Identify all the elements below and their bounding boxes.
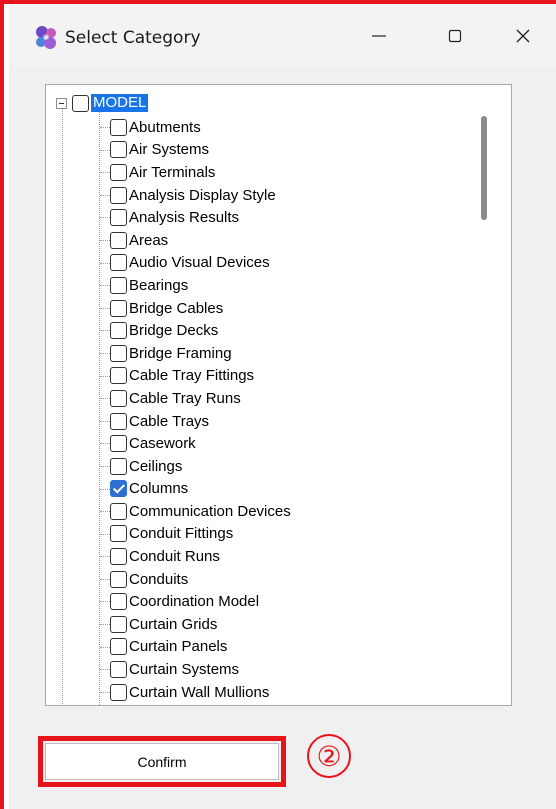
root-checkbox[interactable] bbox=[72, 94, 89, 112]
checked-checkbox[interactable] bbox=[110, 480, 127, 498]
tree-item-label[interactable]: Curtain Systems bbox=[129, 661, 239, 678]
tree-item[interactable]: Analysis Results bbox=[46, 206, 501, 229]
scrollbar-thumb[interactable] bbox=[481, 116, 487, 220]
tree-item[interactable]: Coordination Model bbox=[46, 590, 501, 613]
tree-item[interactable]: Cable Tray Runs bbox=[46, 387, 501, 410]
checkbox[interactable] bbox=[110, 615, 127, 633]
tree-item[interactable]: Curtain Panels bbox=[46, 636, 501, 659]
tree-item[interactable]: Analysis Display Style bbox=[46, 184, 501, 207]
checkbox[interactable] bbox=[110, 502, 127, 520]
tree-item-label[interactable]: Cable Trays bbox=[129, 413, 209, 430]
tree-item-label[interactable]: Analysis Display Style bbox=[129, 187, 276, 204]
tree-item-label[interactable]: Conduit Runs bbox=[129, 548, 220, 565]
category-tree[interactable]: MODEL Abutments Air Systems Air Terminals A… bbox=[45, 84, 512, 706]
tree-item[interactable]: Bridge Framing bbox=[46, 342, 501, 365]
minimize-button[interactable] bbox=[357, 16, 401, 56]
checkbox[interactable] bbox=[110, 593, 127, 611]
tree-item-label[interactable]: Communication Devices bbox=[129, 503, 291, 520]
tree-item-label[interactable]: Curtain Panels bbox=[129, 638, 227, 655]
step-marker-badge: ② bbox=[307, 734, 351, 778]
checkbox[interactable] bbox=[110, 457, 127, 475]
tree-item-label[interactable]: Bridge Decks bbox=[129, 322, 218, 339]
tree-root-node[interactable]: MODEL bbox=[56, 93, 149, 113]
checkbox[interactable] bbox=[110, 638, 127, 656]
window-title: Select Category bbox=[65, 28, 201, 48]
tree-item[interactable]: Bearings bbox=[46, 274, 501, 297]
tree-item[interactable]: Curtain Wall Mullions bbox=[46, 681, 501, 704]
tree-item[interactable]: Conduit Fittings bbox=[46, 523, 501, 546]
checkbox[interactable] bbox=[110, 435, 127, 453]
tree-item-label[interactable]: Ceilings bbox=[129, 458, 182, 475]
tree-item-label[interactable]: Areas bbox=[129, 232, 168, 249]
tree-item[interactable]: Communication Devices bbox=[46, 500, 501, 523]
tree-item[interactable]: Air Systems bbox=[46, 139, 501, 162]
confirm-button[interactable]: Confirm bbox=[45, 743, 279, 780]
tree-item-label[interactable]: Bridge Framing bbox=[129, 345, 232, 362]
tree-item-label[interactable]: Curtain Grids bbox=[129, 616, 217, 633]
checkbox[interactable] bbox=[110, 367, 127, 385]
vertical-scrollbar[interactable] bbox=[501, 85, 511, 705]
tree-item-label[interactable]: Cable Tray Fittings bbox=[129, 367, 254, 384]
tree-item-label[interactable]: Bearings bbox=[129, 277, 188, 294]
tree-item[interactable]: Conduits bbox=[46, 568, 501, 591]
tree-item[interactable]: Columns bbox=[46, 478, 501, 501]
tree-item-label[interactable]: Curtain Wall Mullions bbox=[129, 684, 269, 701]
tree-item[interactable]: Ceilings bbox=[46, 455, 501, 478]
title-bar: Select Category bbox=[9, 4, 556, 66]
tree-item-label[interactable]: Abutments bbox=[129, 119, 201, 136]
checkbox[interactable] bbox=[110, 118, 127, 136]
checkbox[interactable] bbox=[110, 141, 127, 159]
collapse-toggle-icon[interactable] bbox=[56, 97, 67, 109]
tree-item-label[interactable]: Conduit Fittings bbox=[129, 525, 233, 542]
root-node-label[interactable]: MODEL bbox=[91, 94, 149, 112]
checkbox[interactable] bbox=[110, 661, 127, 679]
tree-item-label[interactable]: Cable Tray Runs bbox=[129, 390, 241, 407]
checkbox[interactable] bbox=[110, 570, 127, 588]
tree-item[interactable]: Bridge Cables bbox=[46, 297, 501, 320]
checkbox[interactable] bbox=[110, 389, 127, 407]
checkbox[interactable] bbox=[110, 344, 127, 362]
app-logo-icon bbox=[36, 26, 56, 49]
tree-item[interactable]: Curtain Grids bbox=[46, 613, 501, 636]
tree-item[interactable]: Abutments bbox=[46, 116, 501, 139]
tree-item-label[interactable]: Columns bbox=[129, 480, 188, 497]
tree-item-label[interactable]: Coordination Model bbox=[129, 593, 259, 610]
checkbox[interactable] bbox=[110, 299, 127, 317]
checkbox[interactable] bbox=[110, 683, 127, 701]
tree-item[interactable]: Curtain Systems bbox=[46, 658, 501, 681]
tree-item-label[interactable]: Audio Visual Devices bbox=[129, 254, 270, 271]
tree-item[interactable]: Cable Trays bbox=[46, 410, 501, 433]
tree-item-list: Abutments Air Systems Air Terminals Analysi… bbox=[46, 116, 501, 703]
tree-item[interactable]: Air Terminals bbox=[46, 161, 501, 184]
checkbox[interactable] bbox=[110, 548, 127, 566]
checkbox[interactable] bbox=[110, 412, 127, 430]
checkbox[interactable] bbox=[110, 209, 127, 227]
checkbox[interactable] bbox=[110, 322, 127, 340]
checkbox[interactable] bbox=[110, 186, 127, 204]
tree-item-label[interactable]: Bridge Cables bbox=[129, 300, 223, 317]
close-icon bbox=[516, 29, 530, 43]
tree-item[interactable]: Cable Tray Fittings bbox=[46, 365, 501, 388]
minimize-icon bbox=[372, 35, 386, 37]
tree-item[interactable]: Audio Visual Devices bbox=[46, 252, 501, 275]
tree-item-label[interactable]: Air Systems bbox=[129, 141, 209, 158]
tree-item-label[interactable]: Conduits bbox=[129, 571, 188, 588]
tree-item[interactable]: Areas bbox=[46, 229, 501, 252]
tree-item[interactable]: Conduit Runs bbox=[46, 545, 501, 568]
checkbox[interactable] bbox=[110, 276, 127, 294]
close-button[interactable] bbox=[501, 16, 545, 56]
tree-item[interactable]: Bridge Decks bbox=[46, 319, 501, 342]
checkbox[interactable] bbox=[110, 525, 127, 543]
select-category-dialog: Select Category MODEL Abutments Air Syste… bbox=[9, 4, 556, 809]
checkbox[interactable] bbox=[110, 254, 127, 272]
tree-item-label[interactable]: Analysis Results bbox=[129, 209, 239, 226]
maximize-icon bbox=[448, 29, 462, 43]
checkbox[interactable] bbox=[110, 163, 127, 181]
tree-item-label[interactable]: Air Terminals bbox=[129, 164, 215, 181]
tree-item[interactable]: Casework bbox=[46, 432, 501, 455]
maximize-button[interactable] bbox=[433, 16, 477, 56]
checkbox[interactable] bbox=[110, 231, 127, 249]
tree-item-label[interactable]: Casework bbox=[129, 435, 196, 452]
